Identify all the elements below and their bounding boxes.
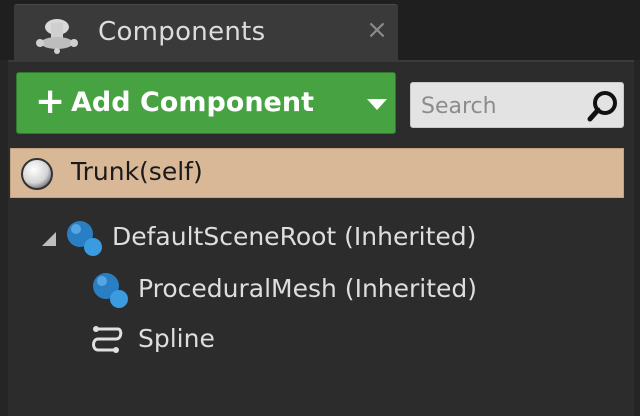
spline-icon (92, 326, 123, 353)
tree-item-default-scene-root[interactable]: DefaultSceneRoot (Inherited) (0, 216, 640, 260)
tree-item-label: ProceduralMesh (Inherited) (138, 274, 478, 303)
components-icon (36, 19, 78, 54)
expand-arrow-icon[interactable] (42, 232, 56, 246)
add-component-label: Add Component (71, 87, 314, 118)
search-icon[interactable] (585, 87, 623, 125)
tree-item-spline[interactable]: Spline (0, 318, 640, 362)
tree-item-procedural-mesh[interactable]: ProceduralMesh (Inherited) (0, 268, 640, 312)
close-icon[interactable]: × (362, 15, 392, 45)
tab-components[interactable]: Components × (14, 4, 398, 60)
add-component-button[interactable]: + Add Component (16, 72, 396, 134)
tree-item-self[interactable]: Trunk(self) (10, 148, 624, 198)
scene-component-icon (67, 221, 102, 256)
tree-item-label: Spline (138, 324, 215, 353)
search-box[interactable] (410, 82, 624, 128)
tab-title: Components (98, 17, 266, 47)
self-label: Trunk(self) (71, 157, 203, 186)
chevron-down-icon (367, 99, 387, 110)
sphere-icon (21, 158, 53, 190)
tree-item-label: DefaultSceneRoot (Inherited) (112, 222, 477, 251)
tab-bar: Components × (0, 0, 640, 60)
search-input[interactable] (421, 89, 581, 123)
plus-icon: + (35, 81, 66, 122)
scene-component-icon (93, 273, 128, 308)
